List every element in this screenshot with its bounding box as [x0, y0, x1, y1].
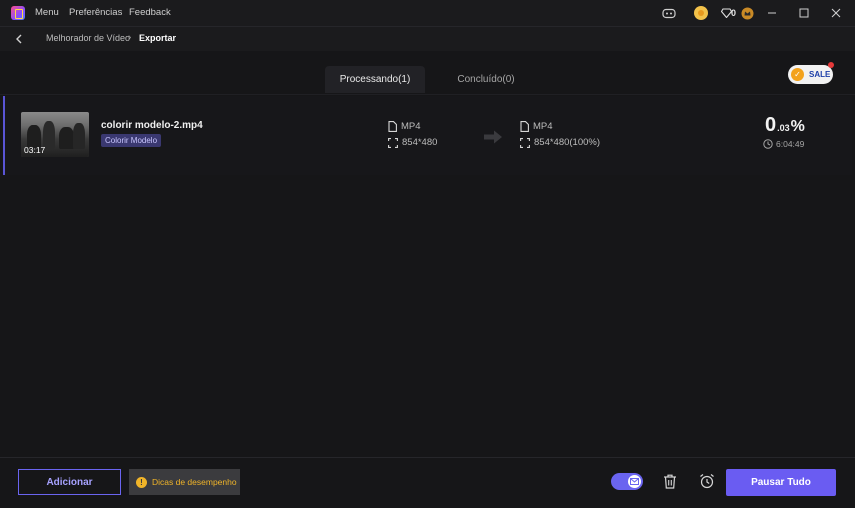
pause-all-button[interactable]: Pausar Tudo [726, 469, 836, 496]
file-name: colorir modelo-2.mp4 [101, 120, 203, 131]
sale-badge[interactable]: ✓ SALE [788, 62, 834, 84]
progress-int: 0 [765, 114, 777, 136]
avatar[interactable] [693, 5, 709, 21]
breadcrumb-parent[interactable]: Melhorador de Vídeo [46, 33, 130, 43]
minimize-button[interactable] [762, 3, 782, 23]
maximize-button[interactable] [794, 3, 814, 23]
video-duration: 03:17 [24, 145, 46, 155]
resolution-icon [520, 137, 530, 148]
chevron-right-icon: › [128, 32, 132, 43]
video-thumbnail: 03:17 [21, 112, 89, 157]
warning-icon: ! [136, 476, 147, 488]
bottom-bar: Adicionar ! Dicas de desempenho Pausar T… [0, 457, 855, 508]
progress-percent: 0 .03 % [765, 114, 805, 137]
source-resolution-label: 854*480 [402, 137, 438, 148]
mail-icon [628, 475, 641, 488]
source-format-label: MP4 [401, 121, 421, 132]
target-resolution: 854*480(100%) [520, 137, 600, 148]
menu-item-menu[interactable]: Menu [35, 7, 59, 18]
title-bar: Menu Preferências Feedback 0 [0, 0, 855, 26]
performance-tips-label: Dicas de desempenho [152, 477, 237, 487]
task-row[interactable]: 03:17 colorir modelo-2.mp4 Colorir Model… [3, 96, 852, 175]
breadcrumb: Melhorador de Vídeo › Exportar [0, 26, 855, 51]
breadcrumb-current: Exportar [139, 33, 177, 43]
close-button[interactable] [826, 3, 846, 23]
eta: 6:04:49 [763, 139, 804, 149]
back-button[interactable] [12, 32, 26, 46]
tab-completed[interactable]: Concluído(0) [440, 66, 532, 93]
tab-processing[interactable]: Processando(1) [325, 66, 425, 93]
source-resolution: 854*480 [388, 137, 437, 148]
resolution-icon [388, 137, 398, 148]
eta-label: 6:04:49 [776, 139, 805, 149]
trash-icon[interactable] [661, 472, 679, 490]
tab-bar: Processando(1) Concluído(0) [0, 51, 855, 95]
crown-avatar-icon[interactable] [740, 5, 754, 21]
progress-decimal: .03 [777, 123, 790, 133]
file-icon [520, 121, 529, 132]
performance-tips-button[interactable]: ! Dicas de desempenho [129, 469, 240, 495]
menu-item-feedback[interactable]: Feedback [129, 7, 171, 18]
notification-dot [828, 62, 834, 68]
app-logo-icon [11, 6, 25, 20]
menu-item-preferences[interactable]: Preferências [69, 7, 122, 18]
target-format: MP4 [520, 121, 553, 132]
gem-count: 0 [731, 8, 737, 18]
clock-icon [763, 139, 773, 149]
arrow-right-icon [483, 130, 503, 149]
file-icon [388, 121, 397, 132]
target-format-label: MP4 [533, 121, 553, 132]
alarm-clock-icon[interactable] [698, 472, 716, 490]
coin-icon: ✓ [791, 68, 804, 81]
add-button[interactable]: Adicionar [18, 469, 121, 495]
model-tag: Colorir Modelo [101, 134, 162, 147]
target-resolution-label: 854*480(100%) [534, 137, 601, 148]
notification-toggle[interactable] [611, 473, 643, 490]
source-format: MP4 [388, 121, 421, 132]
progress-sign: % [790, 118, 805, 135]
sale-label: SALE [809, 70, 831, 79]
discord-icon[interactable] [661, 5, 677, 21]
